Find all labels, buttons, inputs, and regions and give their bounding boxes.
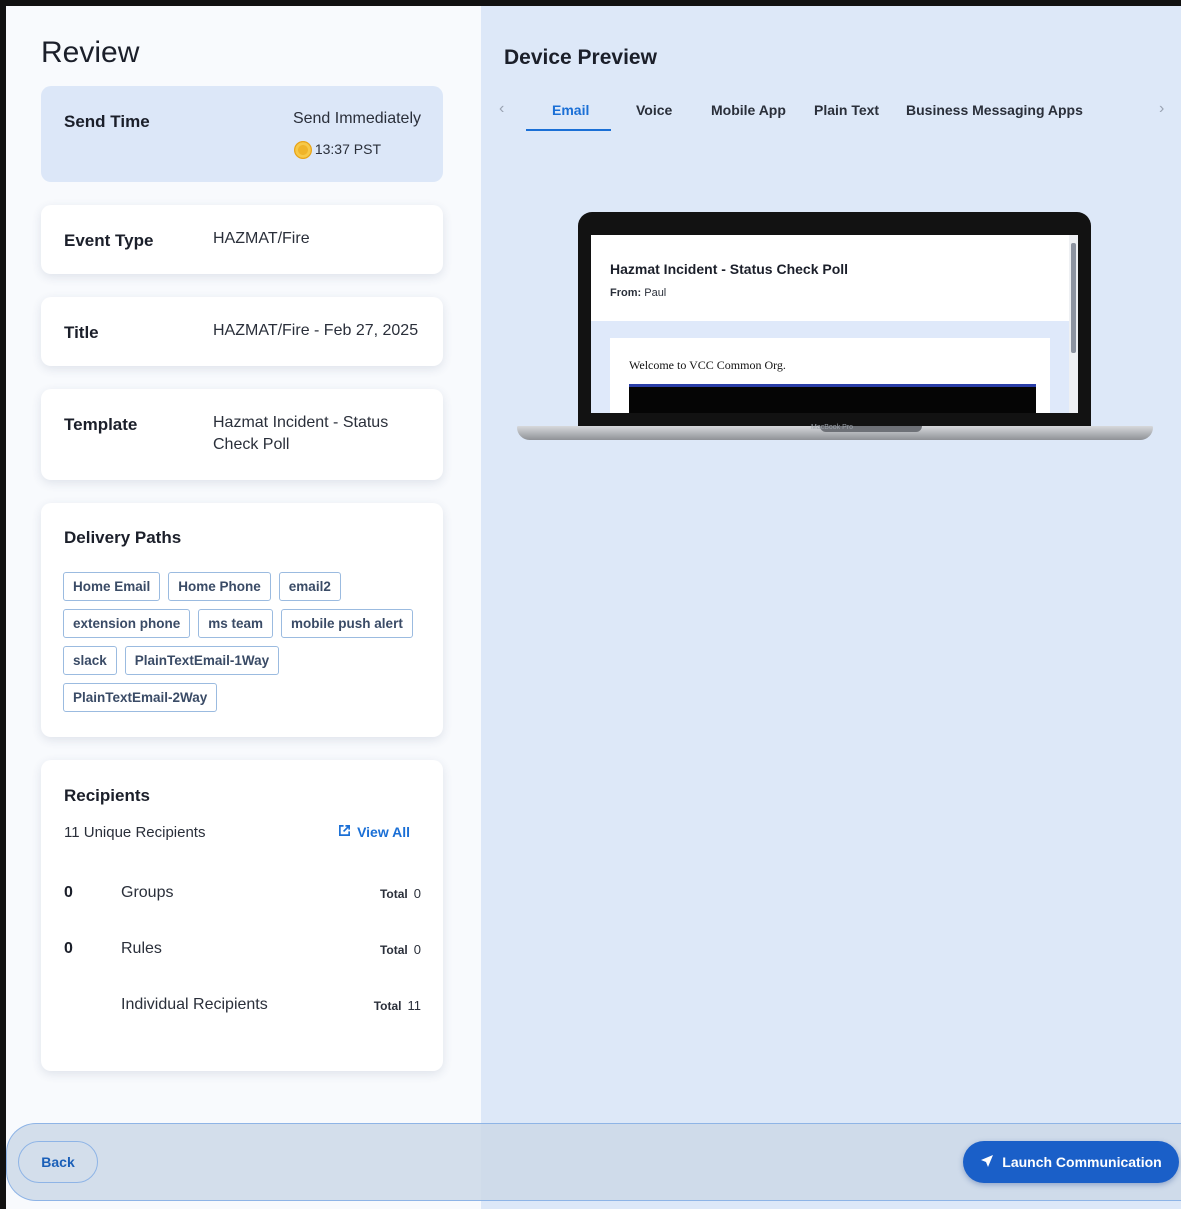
- send-time-card: Send Time Send Immediately 13:37 PST: [41, 86, 443, 182]
- review-panel: Review Send Time Send Immediately 13:37 …: [6, 6, 481, 1209]
- event-type-card: Event Type HAZMAT/Fire: [41, 205, 443, 274]
- footer-bar: Back Launch Communication: [6, 1123, 1181, 1201]
- template-value: Hazmat Incident - Status Check Poll: [213, 414, 389, 453]
- email-subject: Hazmat Incident - Status Check Poll: [610, 261, 849, 277]
- send-icon: [980, 1154, 994, 1171]
- delivery-path-chip: PlainTextEmail-1Way: [124, 646, 280, 675]
- unique-recipients-count: 11 Unique Recipients: [64, 824, 206, 841]
- event-type-label: Event Type: [64, 231, 154, 250]
- template-card: Template Hazmat Incident - Status Check …: [41, 389, 443, 480]
- tab-business-messaging-apps[interactable]: Business Messaging Apps: [906, 102, 1083, 118]
- template-label: Template: [64, 415, 138, 434]
- view-all-link[interactable]: View All: [338, 824, 410, 840]
- delivery-path-chips: Home Email Home Phone email2 extension p…: [63, 572, 423, 712]
- chevron-right-icon[interactable]: ›: [1159, 100, 1164, 118]
- recipients-card: Recipients 11 Unique Recipients View All…: [41, 760, 443, 1071]
- title-card: Title HAZMAT/Fire - Feb 27, 2025: [41, 297, 443, 366]
- device-label: MacBook Pro: [811, 424, 854, 431]
- laptop-screen-frame: Hazmat Incident - Status Check Poll From…: [578, 212, 1091, 426]
- delivery-path-chip: Home Email: [63, 572, 161, 601]
- delivery-path-chip: Home Phone: [168, 572, 271, 601]
- back-button[interactable]: Back: [18, 1141, 98, 1183]
- view-all-label: View All: [357, 824, 410, 840]
- send-time-clock: 13:37 PST: [314, 141, 381, 157]
- email-preview-screen: Hazmat Incident - Status Check Poll From…: [591, 235, 1078, 413]
- device-preview-title: Device Preview: [504, 46, 657, 69]
- email-body: Welcome to VCC Common Org.: [610, 338, 1050, 413]
- delivery-path-chip: mobile push alert: [281, 609, 413, 638]
- send-time-label: Send Time: [64, 112, 150, 131]
- recipient-total: Total 11: [373, 998, 421, 1013]
- preview-scrollbar[interactable]: [1069, 235, 1078, 413]
- recipient-total: Total 0: [379, 886, 421, 901]
- scrollbar-thumb[interactable]: [1071, 243, 1076, 353]
- recipient-type: Groups: [121, 884, 174, 901]
- delivery-paths-label: Delivery Paths: [64, 528, 182, 547]
- email-welcome-text: Welcome to VCC Common Org.: [629, 358, 786, 372]
- recipient-row-rules: 0 Rules Total 0: [64, 940, 421, 962]
- delivery-path-chip: extension phone: [63, 609, 191, 638]
- launch-communication-button[interactable]: Launch Communication: [963, 1141, 1179, 1183]
- tab-email[interactable]: Email: [552, 102, 589, 118]
- chevron-left-icon[interactable]: ‹: [499, 100, 504, 118]
- title-label: Title: [64, 323, 99, 342]
- tab-voice[interactable]: Voice: [636, 102, 672, 118]
- tab-plain-text[interactable]: Plain Text: [814, 102, 879, 118]
- recipient-type: Rules: [121, 940, 162, 957]
- page-title: Review: [41, 36, 140, 69]
- email-header: Hazmat Incident - Status Check Poll From…: [591, 235, 1069, 321]
- device-preview-panel: Device Preview ‹ Email Voice Mobile App …: [481, 6, 1181, 1209]
- preview-tabs: ‹ Email Voice Mobile App Plain Text Busi…: [481, 94, 1181, 134]
- recipient-total: Total 0: [379, 942, 421, 957]
- active-tab-indicator: [526, 129, 611, 131]
- recipient-row-groups: 0 Groups Total 0: [64, 884, 421, 906]
- send-time-value: Send Immediately: [292, 110, 421, 127]
- sun-icon: [294, 141, 312, 159]
- recipient-count: 0: [64, 940, 73, 957]
- delivery-path-chip: email2: [278, 572, 341, 601]
- tab-mobile-app[interactable]: Mobile App: [711, 102, 786, 118]
- email-banner: [629, 384, 1036, 413]
- delivery-path-chip: ms team: [198, 609, 274, 638]
- external-link-icon: [338, 824, 351, 840]
- delivery-paths-card: Delivery Paths Home Email Home Phone ema…: [41, 503, 443, 737]
- launch-communication-label: Launch Communication: [1002, 1154, 1162, 1170]
- recipients-label: Recipients: [64, 786, 150, 805]
- recipient-row-individual: Individual Recipients Total 11: [64, 996, 421, 1018]
- event-type-value: HAZMAT/Fire: [213, 230, 310, 247]
- recipient-type: Individual Recipients: [121, 996, 268, 1013]
- recipient-count: 0: [64, 884, 73, 901]
- title-value: HAZMAT/Fire - Feb 27, 2025: [213, 322, 419, 339]
- delivery-path-chip: slack: [63, 646, 117, 675]
- email-from: From: Paul: [610, 287, 667, 299]
- delivery-path-chip: PlainTextEmail-2Way: [63, 683, 218, 712]
